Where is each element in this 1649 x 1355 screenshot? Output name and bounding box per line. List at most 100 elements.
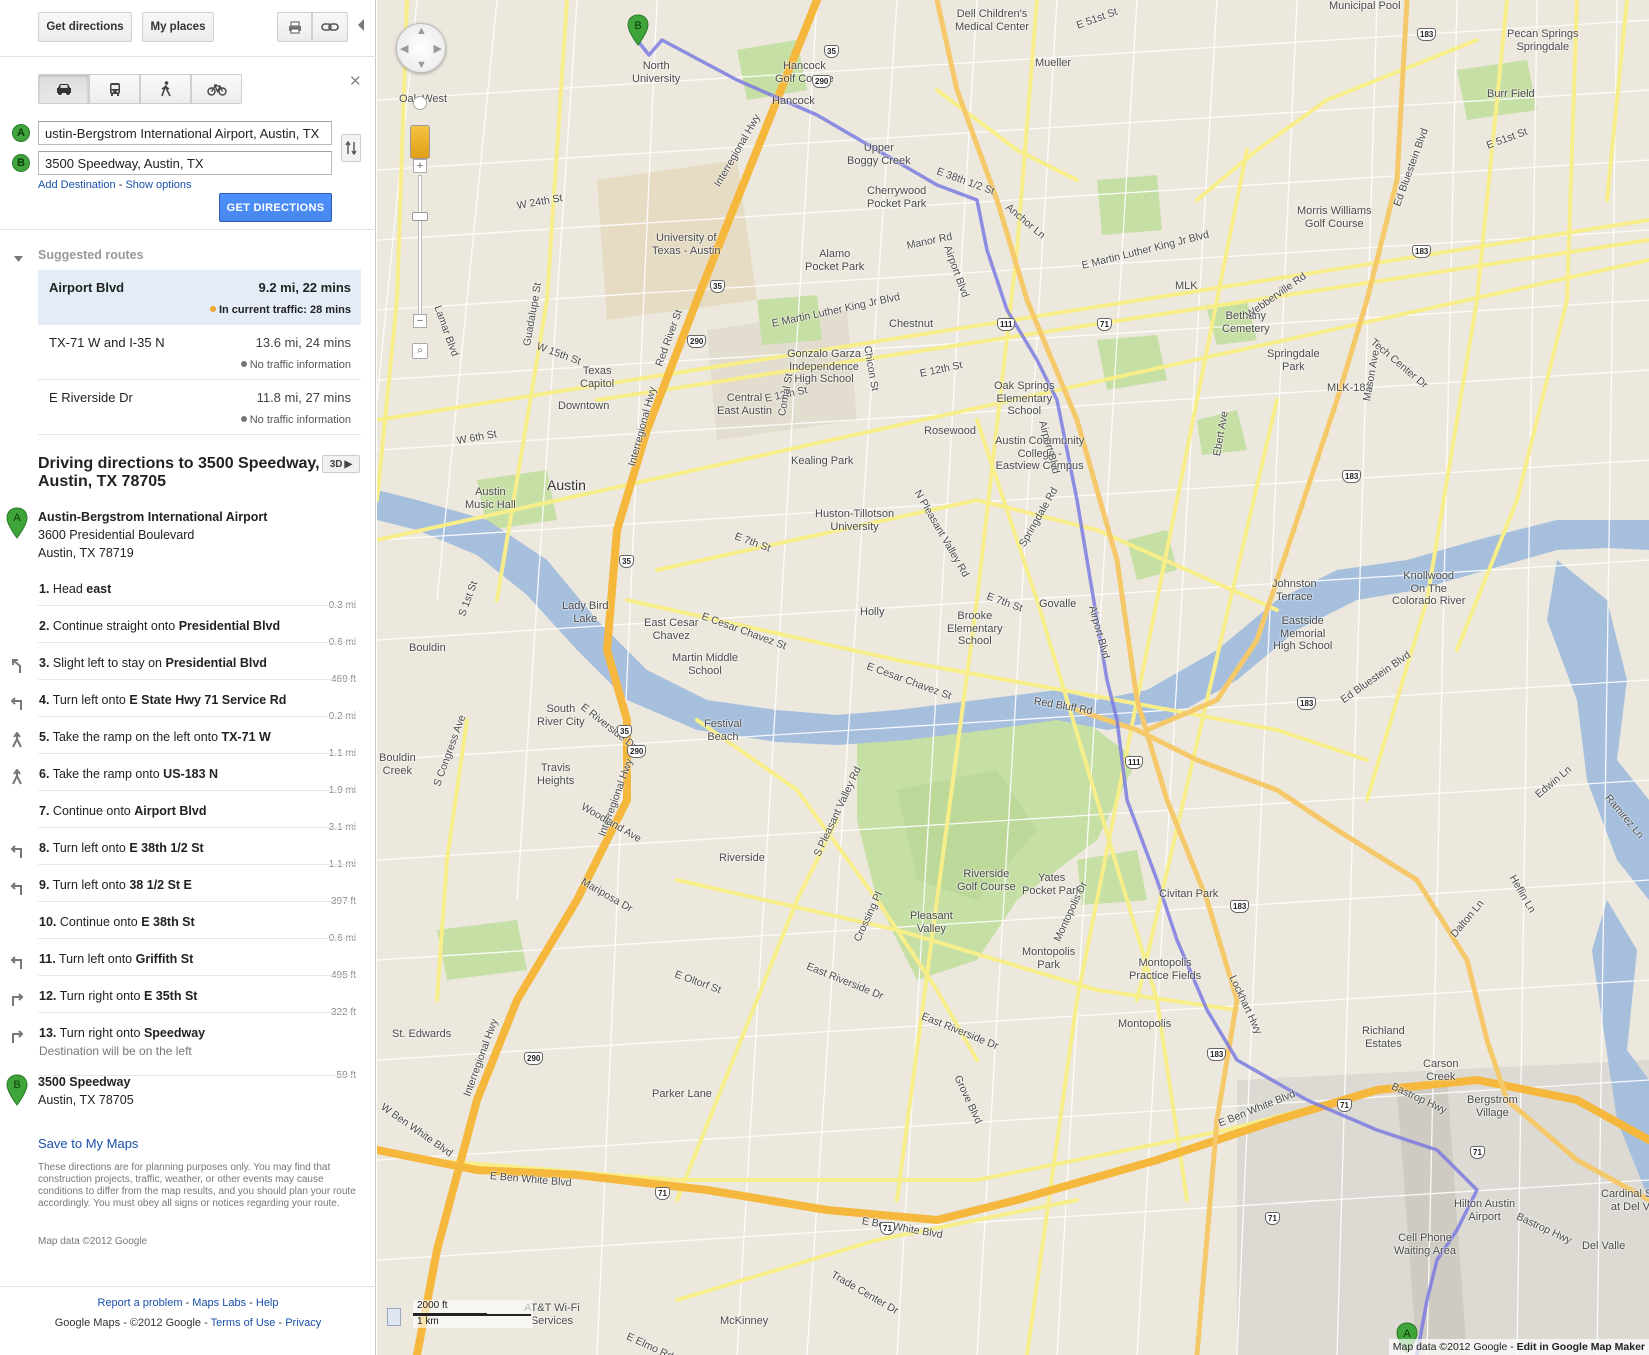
step-road: US-183 N (163, 767, 219, 781)
my-places-button[interactable]: My places (142, 12, 214, 42)
direction-step[interactable]: 12. Turn right onto E 35th St322 ft (0, 981, 376, 1018)
pan-right-icon[interactable]: ▶ (434, 42, 442, 55)
route-name: Airport Blvd (49, 280, 125, 295)
direction-step[interactable]: 8. Turn left onto E 38th 1/2 St1.1 mi (0, 833, 376, 870)
map-place-label: Bouldin Creek (379, 752, 416, 777)
route-option[interactable]: E Riverside Dr 11.8 mi, 27 mins No traffic… (38, 380, 361, 435)
step-number: 13. (39, 1026, 57, 1040)
highway-shield-icon: 71 (1337, 1099, 1352, 1112)
end-marker-letter: B (13, 1079, 20, 1091)
collapse-arrow-icon[interactable] (357, 18, 365, 35)
privacy-link[interactable]: Privacy (285, 1317, 321, 1329)
map-place-label: Richland Estates (1362, 1025, 1405, 1050)
destination-input[interactable] (38, 151, 332, 175)
step-number: 10. (39, 915, 57, 929)
pan-control[interactable]: ▲ ▼ ◀ ▶ (396, 23, 446, 73)
overview-map-toggle[interactable] (387, 1308, 401, 1326)
end-line2: Austin, TX 78705 (38, 1093, 134, 1107)
direction-step[interactable]: 9. Turn left onto 38 1/2 St E397 ft (0, 870, 376, 907)
zoom-out-button[interactable]: − (413, 314, 427, 328)
link-button[interactable] (312, 12, 348, 42)
start-address: Austin-Bergstrom International Airport 3… (38, 508, 267, 562)
origin-input[interactable] (38, 121, 332, 145)
pegman-icon[interactable] (410, 125, 430, 159)
close-icon[interactable]: ✕ (349, 72, 362, 90)
step-number: 6. (39, 767, 50, 781)
print-button[interactable] (277, 12, 312, 42)
pan-down-icon[interactable]: ▼ (416, 59, 427, 71)
map-place-label: Del Valle (1582, 1240, 1626, 1252)
get-directions-button[interactable]: Get directions (38, 12, 132, 42)
pan-left-icon[interactable]: ◀ (400, 42, 408, 55)
map-place-label: East Cesar Chavez (644, 617, 699, 642)
map-place-label: Riverside (719, 852, 765, 864)
traffic-text: No traffic information (249, 359, 351, 371)
add-destination-link[interactable]: Add Destination (38, 179, 116, 191)
attribution-text: Map data ©2012 Google - (1392, 1341, 1517, 1353)
zoom-slider-track[interactable] (418, 175, 422, 315)
step-text: 1. Head east (39, 582, 111, 596)
step-divider (38, 753, 356, 754)
collapse-triangle-icon[interactable] (14, 250, 23, 265)
slight-left-icon (12, 659, 21, 673)
direction-step[interactable]: 6. Take the ramp onto US-183 N1.9 mi (0, 759, 376, 796)
map-place-label: Hilton Austin Airport (1454, 1198, 1516, 1223)
save-to-my-maps-link[interactable]: Save to My Maps (38, 1136, 138, 1151)
mode-walking-button[interactable] (140, 74, 191, 104)
direction-step[interactable]: 4. Turn left onto E State Hwy 71 Service… (0, 685, 376, 722)
direction-step[interactable]: 7. Continue onto Airport Blvd3.1 mi (0, 796, 376, 833)
maps-labs-link[interactable]: Maps Labs (192, 1297, 246, 1309)
map-place-label: Travis Heights (537, 762, 575, 787)
direction-step[interactable]: 11. Turn left onto Griffith St495 ft (0, 944, 376, 981)
printer-icon (288, 21, 301, 33)
edit-in-map-maker-link[interactable]: Edit in Google Map Maker (1517, 1341, 1645, 1353)
ramp-icon (12, 732, 22, 748)
pan-up-icon[interactable]: ▲ (416, 25, 427, 37)
start-marker-letter: A (13, 512, 21, 524)
map-place-label: Bergstrom Village (1467, 1094, 1518, 1119)
direction-step[interactable]: 5. Take the ramp on the left onto TX-71 … (0, 722, 376, 759)
highway-shield-icon: 71 (880, 1222, 895, 1235)
step-instruction: Continue onto (52, 804, 135, 818)
terms-link[interactable]: Terms of Use (211, 1317, 276, 1329)
footer-links: Report a problem - Maps Labs - Help (0, 1297, 376, 1309)
highway-shield-icon: 290 (627, 745, 647, 758)
map-place-label: Pecan Springs Springdale (1507, 28, 1579, 53)
map-place-label: University of Texas - Austin (652, 232, 721, 257)
map-canvas[interactable]: B A Dell Children's Medical Center Munici… (377, 0, 1649, 1355)
marker-b-icon: B (12, 154, 30, 172)
magnifier-icon[interactable]: ⌕ (412, 343, 428, 359)
traffic-dot-icon (240, 361, 247, 367)
step-divider (38, 790, 356, 791)
help-link[interactable]: Help (256, 1297, 279, 1309)
route-name: TX-71 W and I-35 N (49, 335, 165, 350)
traffic-text: In current traffic: 28 mins (218, 304, 351, 316)
3d-button[interactable]: 3D ▶ (322, 455, 360, 473)
highway-shield-icon: 183 (1207, 1048, 1227, 1061)
report-problem-link[interactable]: Report a problem (98, 1297, 183, 1309)
swap-button[interactable] (341, 134, 361, 162)
end-name: 3500 Speedway (38, 1075, 131, 1089)
zoom-knob[interactable] (413, 96, 427, 110)
route-option[interactable]: Airport Blvd 9.2 mi, 22 mins In current tr… (38, 270, 361, 325)
route-option[interactable]: TX-71 W and I-35 N 13.6 mi, 24 mins No tra… (38, 325, 361, 380)
direction-step[interactable]: 3. Slight left to stay on Presidential B… (0, 648, 376, 685)
highway-shield-icon: 183 (1342, 470, 1362, 483)
zoom-slider-thumb[interactable] (412, 212, 428, 221)
mode-bicycle-button[interactable] (191, 74, 242, 104)
map-place-label: St. Edwards (392, 1028, 452, 1040)
directions-title: Driving directions to 3500 Speedway, Aus… (38, 455, 320, 490)
direction-step[interactable]: 10. Continue onto E 38th St0.6 mi (0, 907, 376, 944)
step-text: 3. Slight left to stay on Presidential B… (39, 656, 267, 670)
zoom-in-button[interactable]: + (413, 159, 427, 173)
mode-car-button[interactable] (38, 74, 89, 104)
direction-step[interactable]: 1. Head east0.3 mi (0, 574, 376, 611)
direction-step[interactable]: 2. Continue straight onto Presidential B… (0, 611, 376, 648)
show-options-link[interactable]: Show options (125, 179, 191, 191)
get-directions-submit[interactable]: GET DIRECTIONS (219, 193, 332, 222)
walking-icon (160, 81, 171, 97)
direction-step[interactable]: 13. Turn right onto Speedway Destination … (0, 1018, 376, 1081)
mode-transit-button[interactable] (89, 74, 140, 104)
route-distance: 9.2 mi, 22 mins (258, 280, 352, 295)
step-number: 8. (39, 841, 50, 855)
